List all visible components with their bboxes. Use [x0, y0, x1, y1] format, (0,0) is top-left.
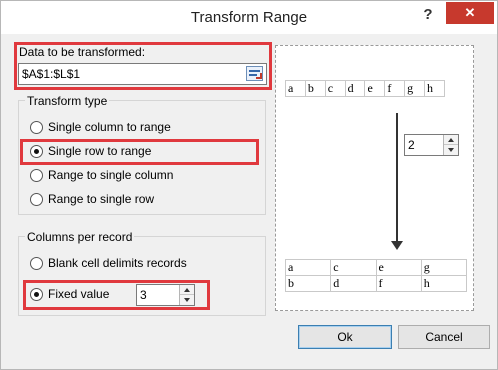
table-cell: d: [344, 80, 366, 97]
radio-range-to-single-row[interactable]: [30, 193, 43, 206]
preview-result-grid: a c e g b d f h: [284, 259, 468, 292]
ok-button[interactable]: Ok: [298, 325, 392, 349]
arrow-down-icon: [391, 241, 403, 250]
table-cell: d: [330, 275, 377, 292]
fixed-value-spin-buttons: [179, 285, 194, 305]
table-row: a c e g: [284, 259, 468, 276]
table-cell: f: [375, 275, 422, 292]
chevron-up-icon: [448, 138, 454, 142]
option-label: Single column to range: [48, 120, 171, 134]
option-label: Fixed value: [48, 287, 110, 301]
chevron-up-icon: [184, 288, 190, 292]
option-fixed-value[interactable]: Fixed value: [30, 286, 130, 304]
transform-type-title: Transform type: [25, 94, 110, 108]
table-row: a b c d e f g h: [285, 80, 445, 97]
table-cell: c: [330, 259, 377, 276]
preview-increment: [444, 135, 458, 145]
option-label: Blank cell delimits records: [48, 256, 187, 270]
radio-range-to-single-column[interactable]: [30, 169, 43, 182]
chevron-down-icon: [448, 148, 454, 152]
fixed-value-input[interactable]: [140, 287, 176, 303]
preview-source-row: a b c d e f g h: [285, 80, 445, 97]
table-cell: a: [284, 259, 332, 276]
close-button[interactable]: ✕: [446, 2, 494, 24]
table-cell: g: [420, 259, 468, 276]
radio-single-row-to-range[interactable]: [30, 145, 43, 158]
help-button[interactable]: ?: [411, 3, 445, 27]
preview-stepper-input: [408, 137, 440, 153]
option-range-to-single-row[interactable]: Range to single row: [30, 191, 230, 209]
table-cell: e: [364, 80, 386, 97]
preview-stepper: [404, 134, 459, 156]
option-single-column-to-range[interactable]: Single column to range: [30, 119, 230, 137]
range-label: Data to be transformed:: [19, 45, 146, 59]
range-select-icon[interactable]: [246, 66, 263, 81]
table-cell: a: [285, 80, 306, 97]
title-bar: Transform Range ? ✕: [1, 1, 497, 34]
table-cell: b: [304, 80, 326, 97]
transform-arrow-line: [396, 113, 398, 243]
increment-button[interactable]: [180, 285, 194, 295]
option-label: Range to single row: [48, 192, 155, 206]
table-row: b d f h: [284, 275, 468, 292]
table-cell: g: [404, 80, 426, 97]
range-input[interactable]: [22, 66, 242, 82]
table-cell: c: [324, 80, 346, 97]
option-single-row-to-range[interactable]: Single row to range: [30, 143, 230, 161]
table-cell: f: [384, 80, 406, 97]
option-range-to-single-column[interactable]: Range to single column: [30, 167, 230, 185]
option-blank-cell-delimits[interactable]: Blank cell delimits records: [30, 255, 230, 273]
decrement-button[interactable]: [180, 295, 194, 305]
preview-spin-buttons: [443, 135, 458, 155]
radio-blank-cell-delimits[interactable]: [30, 257, 43, 270]
table-cell: e: [375, 259, 422, 276]
radio-fixed-value[interactable]: [30, 288, 43, 301]
preview-decrement: [444, 145, 458, 155]
table-cell: b: [284, 275, 332, 292]
fixed-value-stepper[interactable]: [136, 284, 195, 306]
option-label: Range to single column: [48, 168, 174, 182]
chevron-down-icon: [184, 298, 190, 302]
option-label: Single row to range: [48, 144, 152, 158]
table-cell: h: [420, 275, 468, 292]
radio-single-column-to-range[interactable]: [30, 121, 43, 134]
cancel-button[interactable]: Cancel: [398, 325, 490, 349]
range-field[interactable]: [18, 63, 267, 85]
columns-per-record-title: Columns per record: [25, 230, 135, 244]
table-cell: h: [424, 80, 445, 97]
transform-range-dialog: Transform Range ? ✕ Data to be transform…: [0, 0, 498, 370]
